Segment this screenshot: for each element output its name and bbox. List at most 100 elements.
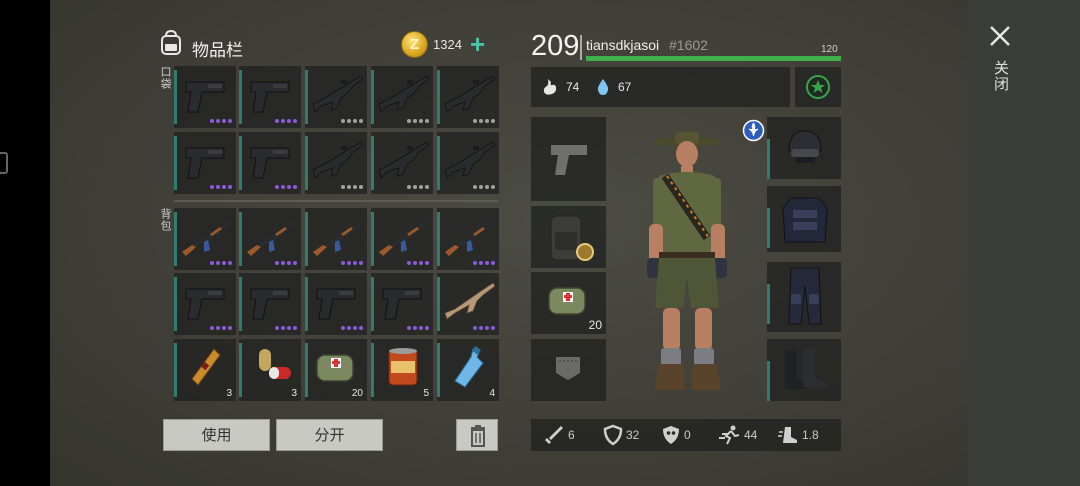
pocket-slot[interactable]: [531, 339, 606, 401]
inventory-slot[interactable]: [437, 132, 499, 194]
inventory-slot[interactable]: [174, 273, 236, 335]
rarity-dots: [275, 185, 297, 191]
ak47-rifle-icon: [379, 220, 429, 256]
trash-icon: [471, 425, 485, 447]
xp-max: 120: [821, 44, 838, 55]
inventory-slot[interactable]: 4: [437, 339, 499, 401]
m16-rifle-icon: [312, 75, 363, 113]
body-armor-icon: [782, 197, 828, 243]
inventory-slot[interactable]: [371, 208, 433, 270]
close-button[interactable]: 关闭: [990, 60, 1011, 92]
inventory-slot[interactable]: [239, 273, 301, 335]
inventory-slot[interactable]: [305, 273, 367, 335]
m16-rifle-icon: [312, 141, 363, 179]
player-level: 209: [531, 30, 580, 62]
tactical-backpack-icon: [550, 215, 594, 261]
rarity-dots: [275, 326, 297, 332]
backpack-label: 背包: [159, 208, 171, 232]
pistol-icon: [316, 288, 356, 320]
split-button[interactable]: 分开: [276, 419, 383, 451]
favorite-button[interactable]: [795, 67, 841, 107]
inventory-slot[interactable]: [371, 66, 433, 128]
backpack-slot[interactable]: [531, 206, 606, 268]
inventory-slot[interactable]: 5: [371, 339, 433, 401]
discard-button[interactable]: [456, 419, 498, 451]
weapon-slot[interactable]: [531, 117, 606, 201]
inventory-slot[interactable]: [174, 66, 236, 128]
stat-speed: 44: [717, 419, 757, 451]
ak47-rifle-icon: [313, 220, 363, 256]
helmet-icon: [788, 130, 822, 163]
inventory-slot[interactable]: [305, 208, 367, 270]
player-name: tiansdkjasoi: [586, 37, 660, 53]
inventory-slot[interactable]: [437, 273, 499, 335]
medkit-slot[interactable]: 20: [531, 272, 606, 334]
pocket-icon: [556, 357, 580, 380]
ak47-rifle-icon: [182, 220, 232, 256]
inventory-slot[interactable]: 3: [174, 339, 236, 401]
level-separator: [580, 35, 582, 60]
stealth-value: 1.8: [802, 428, 819, 442]
inventory-slot[interactable]: [174, 208, 236, 270]
first-aid-kit-icon: [548, 287, 586, 315]
medkit-quantity: 20: [588, 318, 602, 332]
tan-assault-rifle-icon: [444, 282, 495, 320]
item-quantity: 3: [291, 388, 297, 399]
water-bottle-icon: [454, 345, 484, 388]
stomach-icon: [543, 79, 557, 95]
use-button[interactable]: 使用: [163, 419, 270, 451]
helmet-slot[interactable]: [767, 117, 841, 179]
player-id: #1602: [669, 37, 708, 53]
inventory-slot[interactable]: [239, 66, 301, 128]
inventory-slot[interactable]: 20: [305, 339, 367, 401]
inventory-slot[interactable]: [174, 132, 236, 194]
rarity-dots: [341, 185, 363, 191]
add-currency-button[interactable]: +: [470, 30, 485, 58]
defense-value: 32: [626, 428, 640, 442]
coin-icon: Z: [401, 31, 428, 58]
pistol-icon: [185, 81, 225, 113]
m16-rifle-icon: [378, 141, 429, 179]
rarity-dots: [341, 119, 363, 125]
pistol-icon: [250, 288, 290, 320]
stat-damage: 6: [543, 419, 575, 451]
boots-slot[interactable]: [767, 339, 841, 401]
clan-badge-icon[interactable]: [742, 119, 765, 142]
hunger-value: 74: [566, 80, 580, 94]
resistance-value: 0: [684, 428, 691, 442]
star-badge: [806, 75, 830, 99]
slot-accent: [767, 361, 770, 401]
inventory-slot[interactable]: [371, 273, 433, 335]
rarity-dots: [407, 119, 429, 125]
rarity-dots: [341, 261, 363, 267]
item-quantity: 20: [351, 388, 363, 399]
pants-icon: [788, 267, 822, 325]
inventory-slot[interactable]: [239, 132, 301, 194]
pistol-silhouette-icon: [551, 145, 587, 175]
slot-accent: [767, 208, 770, 248]
slot-accent: [767, 284, 770, 324]
inventory-title: 物品栏: [192, 41, 243, 60]
stats-bar: 6 32 0 44 1.8: [531, 419, 841, 451]
inventory-slot[interactable]: [437, 66, 499, 128]
inventory-slot[interactable]: 3: [239, 339, 301, 401]
inventory-slot[interactable]: [239, 208, 301, 270]
damage-value: 6: [568, 428, 575, 442]
slot-accent: [767, 139, 770, 179]
currency-count: 1324: [433, 37, 462, 52]
camera-notch: [0, 152, 8, 174]
star-icon: [811, 80, 825, 93]
inventory-slot[interactable]: [437, 208, 499, 270]
inventory-slot[interactable]: [371, 132, 433, 194]
pistol-icon: [185, 288, 225, 320]
player-character: [647, 132, 727, 390]
body-armor-slot[interactable]: [767, 186, 841, 252]
stat-defense: 32: [603, 419, 639, 451]
pants-slot[interactable]: [767, 262, 841, 332]
rarity-dots: [341, 326, 363, 332]
close-icon[interactable]: [988, 24, 1012, 48]
inventory-slot[interactable]: [305, 132, 367, 194]
inventory-slot[interactable]: [305, 66, 367, 128]
skull-shield-icon: [663, 426, 679, 444]
rarity-dots: [407, 261, 429, 267]
